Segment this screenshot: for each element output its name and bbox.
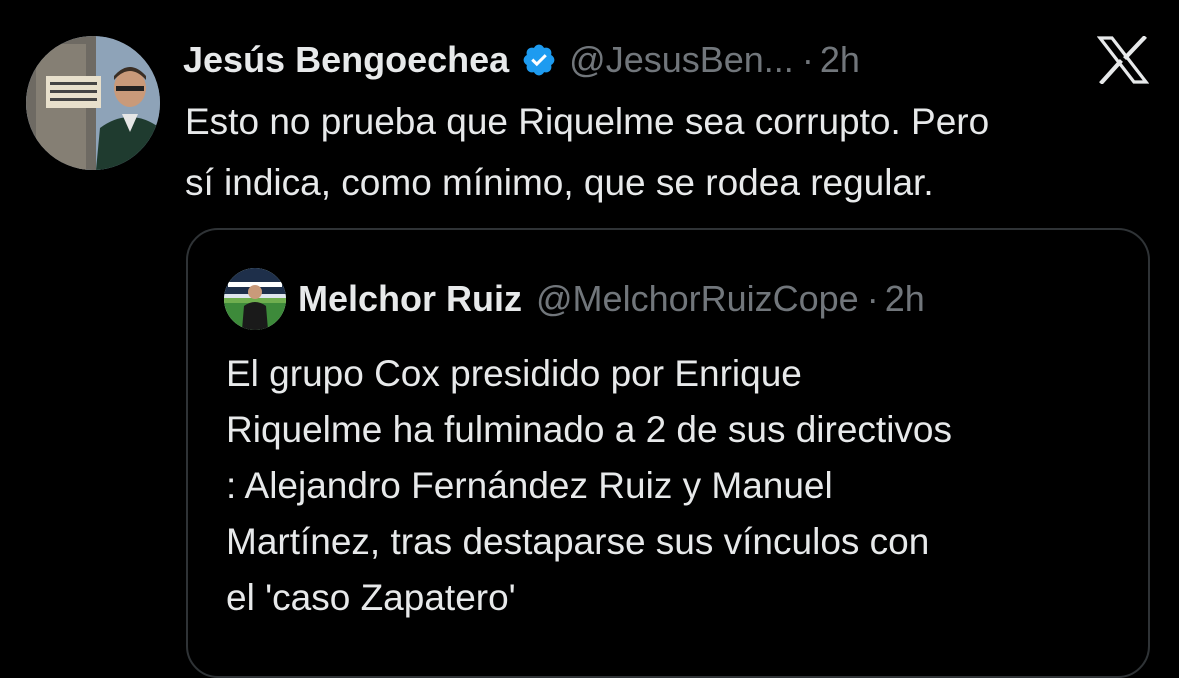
quote-timestamp[interactable]: 2h [885, 278, 925, 320]
tweet-text: Esto no prueba que Riquelme sea corrupto… [185, 91, 1165, 213]
quote-text: El grupo Cox presidido por Enrique Rique… [226, 346, 1126, 626]
quote-separator-dot: · [866, 278, 879, 319]
tweet-text-line: sí indica, como mínimo, que se rodea reg… [185, 162, 934, 203]
tweet-timestamp[interactable]: 2h [820, 39, 860, 81]
quote-author-avatar[interactable] [224, 268, 286, 330]
quote-author-avatar-image [224, 268, 286, 330]
tweet-text-line: Esto no prueba que Riquelme sea corrupto… [185, 101, 990, 142]
separator-dot: · [801, 39, 814, 80]
quote-author-handle[interactable]: @MelchorRuizCope [536, 278, 859, 320]
quote-header: Melchor Ruiz @MelchorRuizCope · 2h [298, 272, 925, 326]
tweet-header: Jesús Bengoechea @JesusBen... · 2h [183, 32, 860, 88]
quote-text-line: El grupo Cox presidido por Enrique [226, 353, 802, 394]
quote-author-name[interactable]: Melchor Ruiz [298, 278, 522, 320]
author-avatar[interactable] [26, 36, 160, 170]
author-avatar-image [26, 36, 160, 170]
quote-text-line: el 'caso Zapatero' [226, 577, 516, 618]
quote-text-line: Martínez, tras destaparse sus vínculos c… [226, 521, 930, 562]
verified-badge-icon [521, 42, 557, 78]
quote-text-line: Riquelme ha fulminado a 2 de sus directi… [226, 409, 952, 450]
quoted-tweet-card[interactable]: Melchor Ruiz @MelchorRuizCope · 2h El gr… [186, 228, 1150, 678]
author-name[interactable]: Jesús Bengoechea [183, 39, 509, 81]
quote-text-line: : Alejandro Fernández Ruiz y Manuel [226, 465, 833, 506]
author-handle[interactable]: @JesusBen... [569, 39, 794, 81]
x-logo-icon[interactable] [1097, 36, 1149, 84]
